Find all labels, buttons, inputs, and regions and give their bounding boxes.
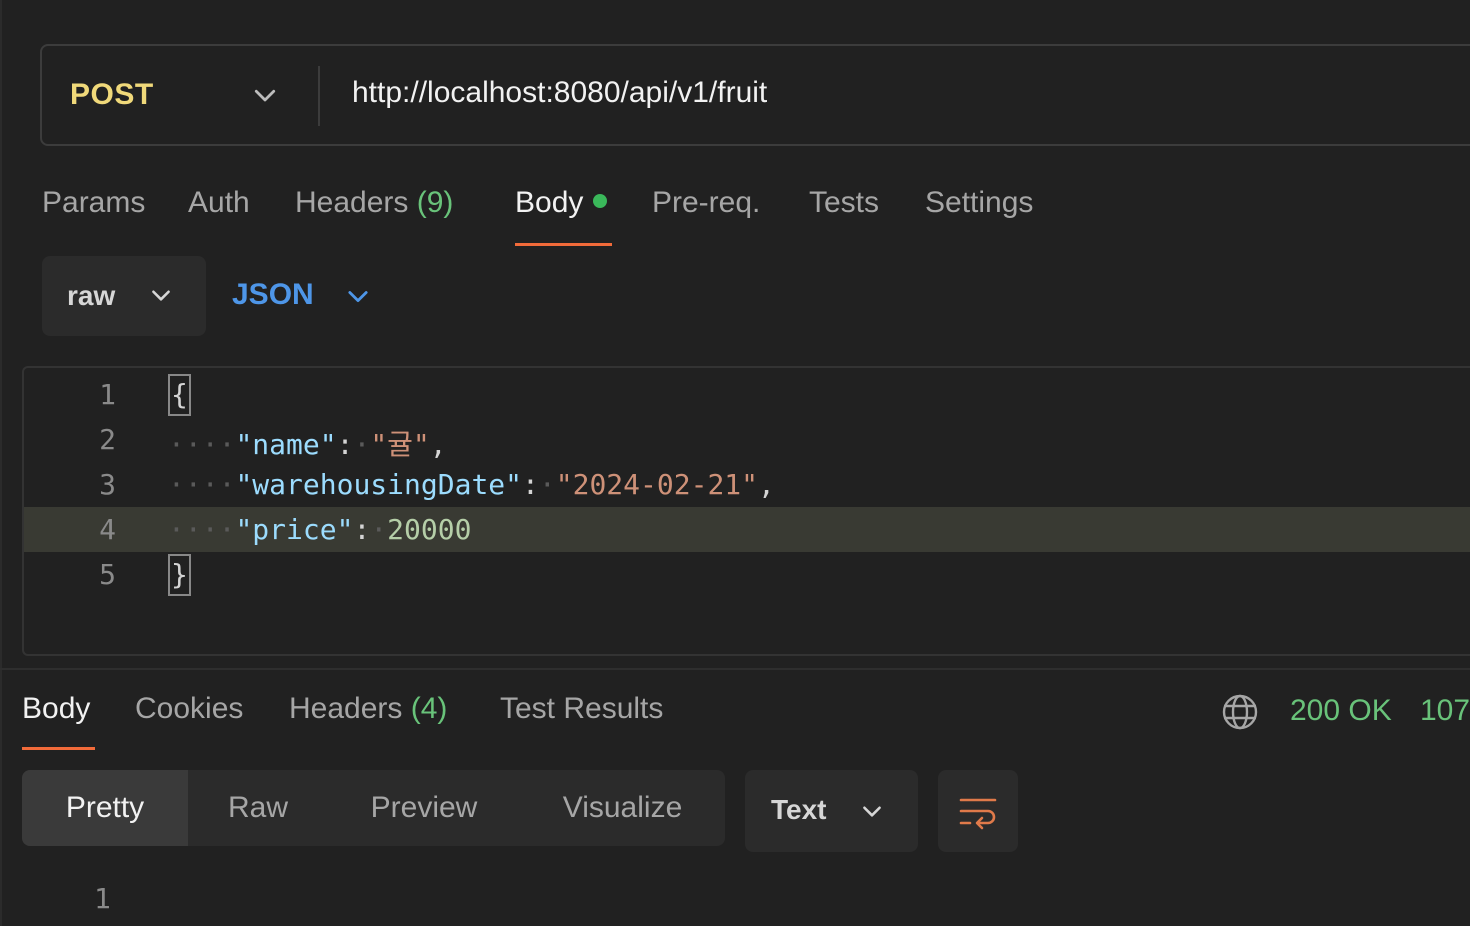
url-input[interactable]: http://localhost:8080/api/v1/fruit bbox=[352, 76, 767, 110]
tab-body-label: Body bbox=[515, 186, 584, 219]
line-number: 1 bbox=[99, 378, 116, 411]
line-number: 3 bbox=[99, 468, 116, 501]
view-preview[interactable]: Preview bbox=[328, 770, 520, 846]
response-tab-test-results[interactable]: Test Results bbox=[500, 692, 663, 726]
json-value: "2024-02-21" bbox=[555, 468, 759, 501]
view-mode-segmented: Pretty Raw Preview Visualize bbox=[22, 770, 725, 846]
code-line-highlighted: 4 ····"price":·20000 bbox=[24, 507, 1470, 552]
json-value: 20000 bbox=[387, 513, 472, 546]
wrap-lines-button[interactable] bbox=[938, 770, 1018, 852]
left-edge bbox=[0, 0, 2, 926]
tab-headers[interactable]: Headers (9) bbox=[295, 186, 453, 220]
tab-params[interactable]: Params bbox=[42, 186, 145, 220]
response-format-label: Text bbox=[771, 794, 827, 825]
response-status[interactable]: 200 OK bbox=[1290, 694, 1392, 728]
tab-settings[interactable]: Settings bbox=[925, 186, 1033, 220]
response-format-select[interactable]: Text bbox=[745, 770, 918, 852]
response-tab-body[interactable]: Body bbox=[22, 692, 90, 726]
code-line: 3 ····"warehousingDate":·"2024-02-21", bbox=[24, 462, 1470, 507]
code-line: 1 { bbox=[24, 372, 1470, 417]
body-modified-dot bbox=[593, 194, 608, 208]
response-tab-headers-label: Headers bbox=[289, 692, 403, 725]
response-tab-headers[interactable]: Headers (4) bbox=[289, 692, 447, 726]
code-line: 2 ····"name":·"귤", bbox=[24, 417, 1470, 462]
json-value: "귤" bbox=[370, 428, 430, 461]
body-mode-select[interactable]: raw bbox=[42, 256, 206, 336]
response-line-number: 1 bbox=[94, 882, 111, 915]
line-number: 2 bbox=[99, 423, 116, 456]
response-headers-count: (4) bbox=[410, 692, 448, 725]
headers-count: (9) bbox=[416, 186, 454, 219]
chevron-down-icon bbox=[863, 806, 881, 817]
view-visualize[interactable]: Visualize bbox=[520, 770, 725, 846]
close-brace: } bbox=[168, 554, 191, 596]
open-brace: { bbox=[168, 374, 191, 416]
active-tab-underline bbox=[22, 747, 95, 750]
line-number: 4 bbox=[99, 513, 116, 546]
active-tab-underline bbox=[515, 243, 612, 246]
chevron-down-icon[interactable] bbox=[250, 80, 280, 110]
url-bar: POST http://localhost:8080/api/v1/fruit bbox=[40, 44, 1470, 146]
url-divider bbox=[318, 66, 320, 126]
tab-tests[interactable]: Tests bbox=[809, 186, 879, 220]
method-selector[interactable]: POST bbox=[70, 78, 154, 112]
tab-headers-label: Headers bbox=[295, 186, 409, 219]
tab-auth[interactable]: Auth bbox=[188, 186, 250, 220]
request-body-editor[interactable]: 1 { 2 ····"name":·"귤", 3 ····"warehousin… bbox=[22, 366, 1470, 656]
response-tab-cookies[interactable]: Cookies bbox=[135, 692, 243, 726]
body-language-select[interactable]: JSON bbox=[232, 278, 314, 312]
line-number: 5 bbox=[99, 558, 116, 591]
response-time[interactable]: 107 bbox=[1420, 694, 1470, 728]
tab-prereq[interactable]: Pre-req. bbox=[652, 186, 760, 220]
json-key: "name" bbox=[235, 428, 337, 461]
globe-icon[interactable] bbox=[1220, 692, 1260, 732]
wrap-lines-icon bbox=[959, 798, 997, 830]
body-mode-label: raw bbox=[67, 280, 116, 311]
json-key: "price" bbox=[235, 513, 354, 546]
code-line: 5 } bbox=[24, 552, 1470, 597]
pane-divider[interactable] bbox=[0, 668, 1470, 670]
chevron-down-icon bbox=[152, 290, 170, 301]
json-key: "warehousingDate" bbox=[235, 468, 523, 501]
chevron-down-icon[interactable] bbox=[344, 282, 372, 310]
tab-body[interactable]: Body bbox=[515, 186, 608, 220]
view-pretty[interactable]: Pretty bbox=[22, 770, 188, 846]
view-raw[interactable]: Raw bbox=[188, 770, 328, 846]
